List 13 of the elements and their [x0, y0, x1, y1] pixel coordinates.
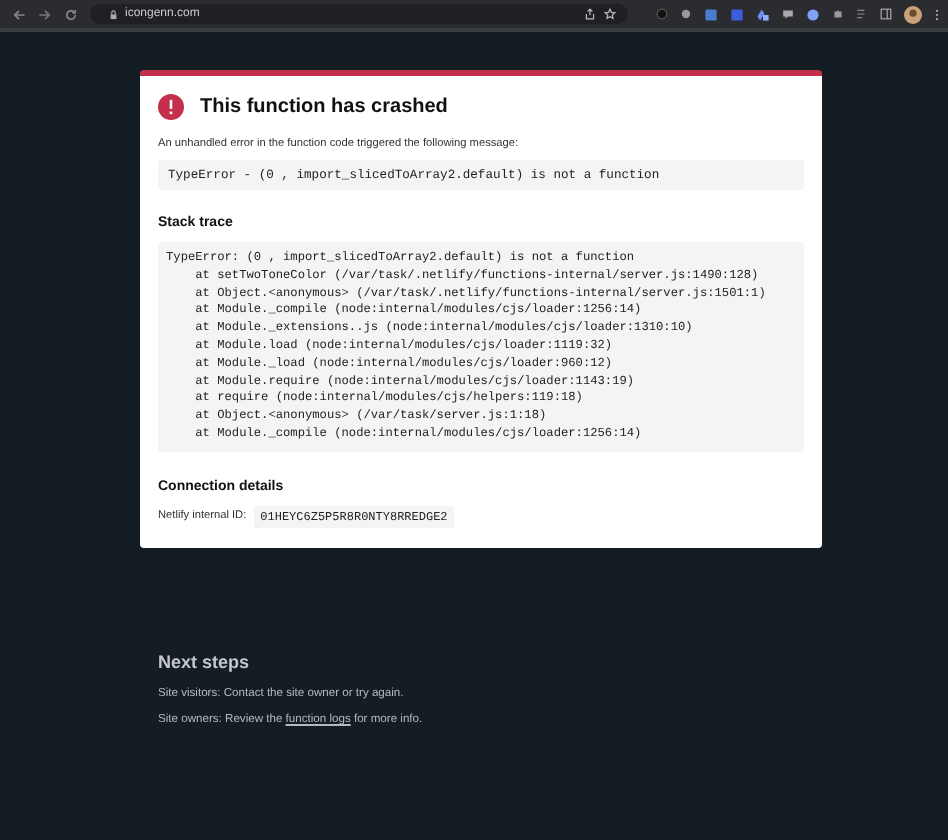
back-icon[interactable] [12, 7, 26, 21]
extension-icon[interactable] [756, 7, 770, 21]
error-title: This function has crashed [200, 96, 448, 118]
sidebar-icon[interactable] [880, 8, 892, 20]
list-icon[interactable] [856, 8, 868, 20]
error-icon [158, 94, 184, 120]
avatar[interactable] [904, 5, 922, 23]
forward-icon[interactable] [38, 7, 52, 21]
reload-icon[interactable] [64, 7, 78, 21]
share-icon[interactable] [584, 8, 596, 20]
lock-icon [110, 9, 117, 19]
next-steps-heading: Next steps [158, 651, 252, 672]
star-icon[interactable] [604, 8, 616, 20]
